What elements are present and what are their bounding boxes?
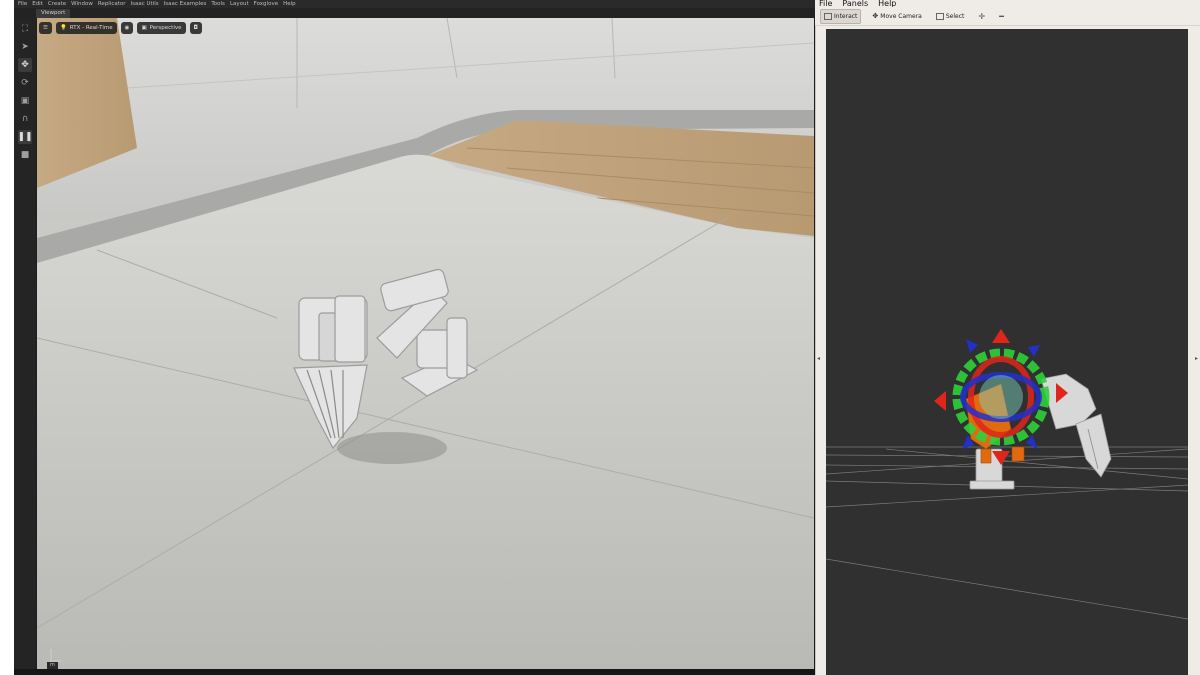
status-strip <box>14 669 815 675</box>
isaac-menubar: File Edit Create Window Replicator Isaac… <box>14 0 815 8</box>
menu-layout[interactable]: Layout <box>230 0 249 8</box>
add-tool-button[interactable]: ✛ <box>975 9 988 24</box>
rviz-toolbar: Interact ✥ Move Camera Select ✛ ━ <box>815 7 1200 26</box>
menu-window[interactable]: Window <box>71 0 93 8</box>
menu-tools[interactable]: Tools <box>211 0 225 8</box>
visibility-button[interactable]: ◉ <box>120 22 134 34</box>
rviz-window: File Panels Help Interact ✥ Move Camera … <box>815 0 1200 675</box>
render-mode-dropdown[interactable]: 💡 RTX - Real-Time <box>55 22 117 34</box>
eye-icon: ◉ <box>124 25 130 31</box>
interact-tool-button[interactable]: Interact <box>820 8 862 24</box>
menu-replicator[interactable]: Replicator <box>98 0 126 8</box>
camera-label: Perspective <box>149 25 182 31</box>
screen-margin <box>0 0 14 675</box>
menu-isaac-examples[interactable]: Isaac Examples <box>164 0 207 8</box>
lightbulb-icon: 💡 <box>59 25 67 31</box>
rviz-scene <box>826 329 1188 620</box>
snap-icon[interactable]: ∩ <box>18 112 32 126</box>
viewport-toolbar: ☰ 💡 RTX - Real-Time ◉ ▣ Perspective ◘ <box>37 22 202 34</box>
viewport-settings-button[interactable]: ☰ <box>39 22 52 34</box>
select-tool-button[interactable]: Select <box>933 9 968 24</box>
move-camera-tool-button[interactable]: ✥ Move Camera <box>869 9 924 24</box>
rviz-menubar: File Panels Help <box>815 0 1200 7</box>
pointer-icon[interactable]: ➤ <box>18 40 32 54</box>
camera-icon: ▣ <box>141 25 147 31</box>
pause-icon[interactable]: ❚❚ <box>17 130 33 144</box>
floor <box>37 154 814 669</box>
viewport-tabstrip: Viewport <box>14 8 815 18</box>
rotate-icon[interactable]: ⟳ <box>18 76 32 90</box>
move-icon[interactable]: ✥ <box>18 58 32 72</box>
select-label: Select <box>945 12 965 20</box>
capture-icon: ◘ <box>193 25 198 31</box>
plus-icon: ✛ <box>978 11 986 21</box>
menu-isaac-utils[interactable]: Isaac Utils <box>131 0 159 8</box>
scale-icon[interactable]: ▣ <box>18 94 32 108</box>
menu-help[interactable]: Help <box>283 0 296 8</box>
render-mode-label: RTX - Real-Time <box>69 25 113 31</box>
isaac-viewport[interactable]: ☰ 💡 RTX - Real-Time ◉ ▣ Perspective ◘ m <box>37 18 814 669</box>
rviz-3d-view[interactable] <box>826 29 1188 675</box>
tab-viewport[interactable]: Viewport <box>36 9 71 18</box>
ground-grid <box>826 446 1188 620</box>
rviz-menu-help[interactable]: Help <box>878 0 896 7</box>
interact-icon <box>824 12 832 20</box>
right-collapse-handle[interactable]: ▸ <box>1195 355 1199 363</box>
select-frame-icon[interactable]: ⛶ <box>18 22 32 36</box>
capture-button[interactable]: ◘ <box>189 22 202 34</box>
camera-dropdown[interactable]: ▣ Perspective <box>137 22 186 34</box>
left-collapse-handle[interactable]: ◂ <box>817 355 821 363</box>
menu-create[interactable]: Create <box>48 0 66 8</box>
unit-badge: m <box>47 662 58 669</box>
interact-label: Interact <box>834 12 858 20</box>
viewport-tool-rail: ⛶ ➤ ✥ ⟳ ▣ ∩ ❚❚ ■ <box>14 18 36 675</box>
menu-file[interactable]: File <box>18 0 27 8</box>
stop-icon[interactable]: ■ <box>18 148 32 162</box>
isaac-sim-window: File Edit Create Window Replicator Isaac… <box>0 0 815 675</box>
menu-edit[interactable]: Edit <box>32 0 43 8</box>
interactive-marker[interactable] <box>934 329 1068 465</box>
splitter[interactable] <box>815 26 816 675</box>
menu-foxglove[interactable]: Foxglove <box>254 0 278 8</box>
select-icon <box>935 12 944 20</box>
minus-icon: ━ <box>999 11 1004 21</box>
move-camera-label: Move Camera <box>880 12 922 20</box>
robot-shadow <box>337 432 447 464</box>
rviz-menu-file[interactable]: File <box>819 0 832 7</box>
rviz-menu-panels[interactable]: Panels <box>842 0 868 7</box>
move-camera-icon: ✥ <box>872 12 879 20</box>
simulation-scene <box>37 18 814 669</box>
remove-tool-button[interactable]: ━ <box>996 9 1007 24</box>
